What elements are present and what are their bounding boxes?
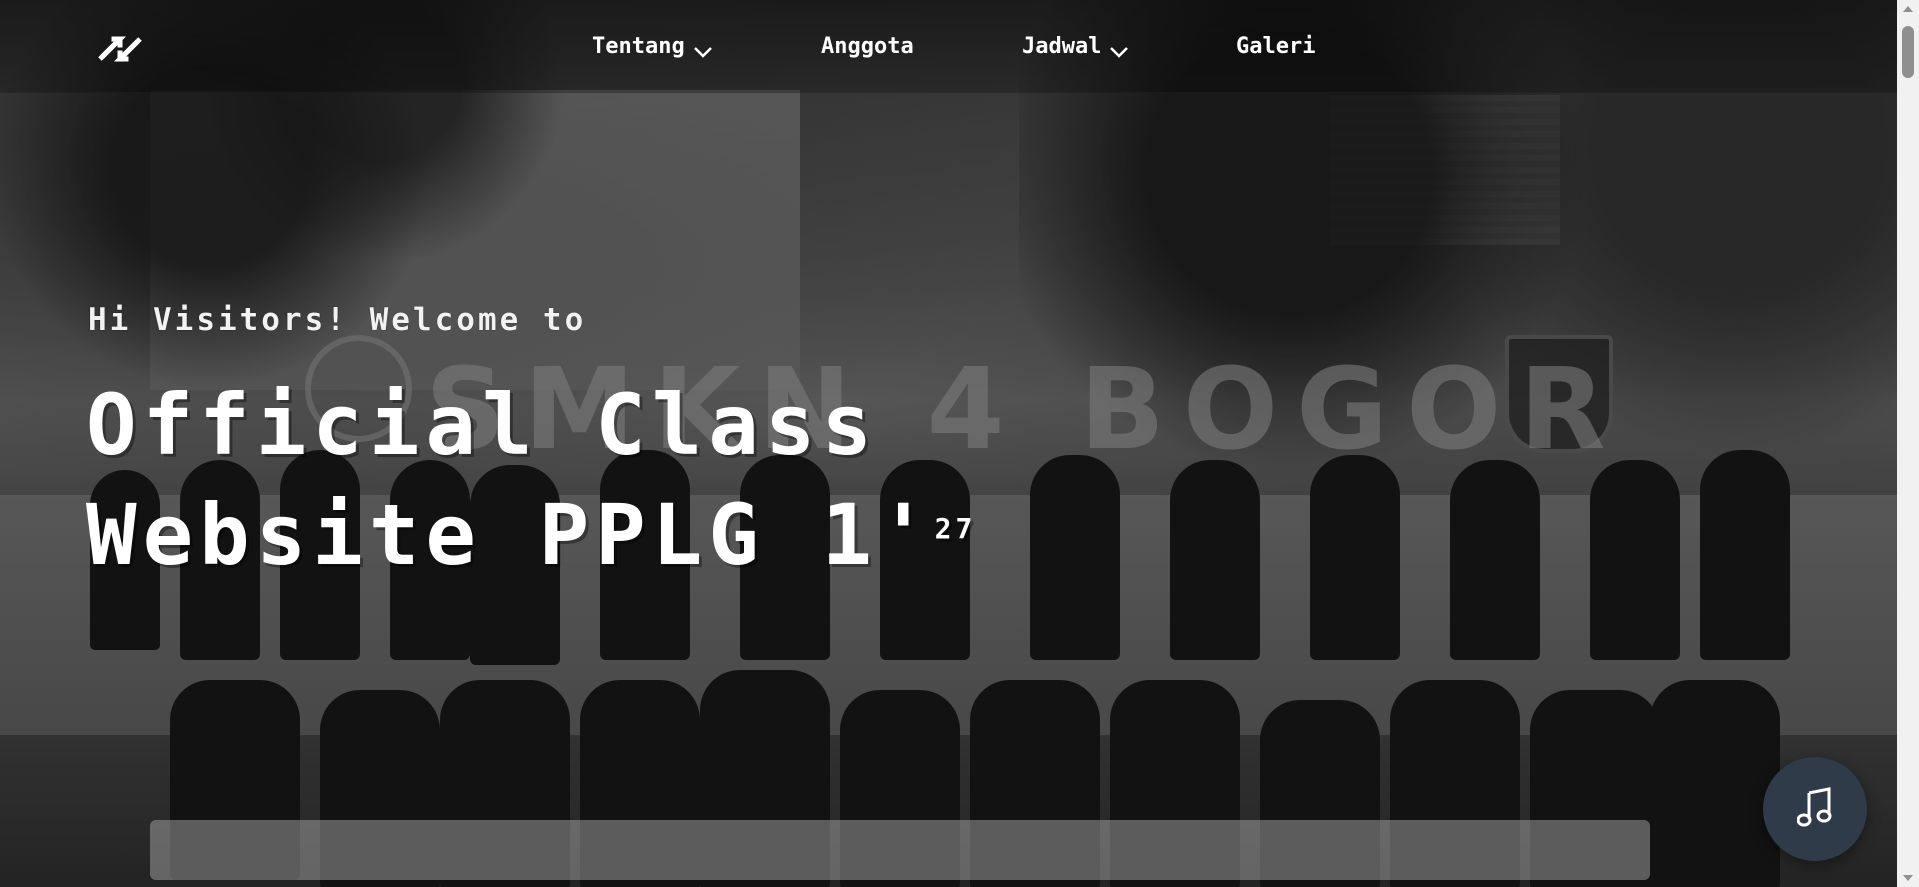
nav-item-galeri[interactable]: Galeri xyxy=(1236,34,1315,59)
nav-item-jadwal[interactable]: Jadwal xyxy=(1022,34,1129,59)
scroll-down-icon[interactable] xyxy=(1903,875,1913,881)
chevron-down-icon xyxy=(1109,40,1129,58)
nav-item-anggota[interactable]: Anggota xyxy=(821,34,914,59)
double-arrow-logo-icon[interactable] xyxy=(94,25,146,73)
music-note-icon xyxy=(1796,787,1833,831)
hero-title-line1: Official Class xyxy=(86,376,879,474)
hero-title-line2-text: Website PPLG 1' xyxy=(86,486,935,584)
scroll-up-icon[interactable] xyxy=(1903,6,1913,12)
hero-title: Official Class Website PPLG 1'27 xyxy=(86,370,976,590)
page: SMKN 4 BOGOR Tentang Anggota Jadwal Gale… xyxy=(0,0,1919,887)
nav-item-label: Tentang xyxy=(592,34,685,59)
chevron-down-icon xyxy=(693,40,713,58)
hero-kicker: Hi Visitors! Welcome to xyxy=(88,302,587,338)
nav-item-label: Anggota xyxy=(821,34,914,59)
nav-item-label: Galeri xyxy=(1236,34,1316,59)
nav-item-tentang[interactable]: Tentang xyxy=(592,34,713,59)
page-scrollbar[interactable] xyxy=(1897,0,1919,887)
nav-item-label: Jadwal xyxy=(1022,34,1102,59)
top-navbar: Tentang Anggota Jadwal Galeri xyxy=(0,0,1897,93)
music-toggle-button[interactable] xyxy=(1763,757,1867,861)
hero-title-superscript: 27 xyxy=(934,512,977,545)
scrollbar-thumb[interactable] xyxy=(1902,26,1914,78)
hero-title-line2: Website PPLG 1'27 xyxy=(86,480,976,590)
